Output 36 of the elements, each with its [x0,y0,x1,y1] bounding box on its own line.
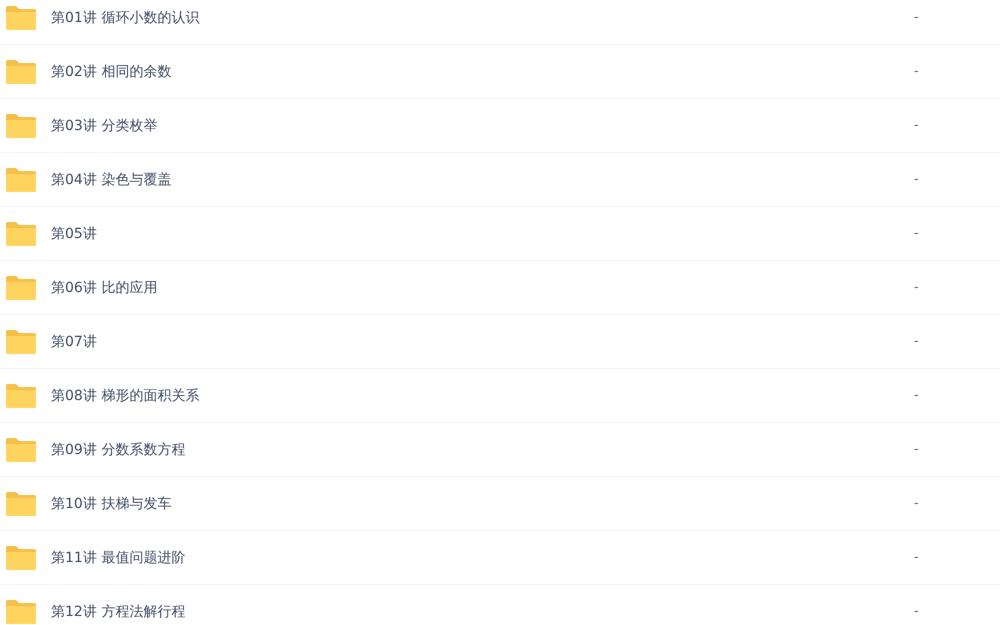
folder-icon [5,4,37,30]
folder-icon [5,58,37,84]
folder-name[interactable]: 第02讲 相同的余数 [51,62,914,80]
file-size: - [914,496,920,511]
folder-icon [5,544,37,570]
folder-icon [5,274,37,300]
file-size: - [914,550,920,565]
file-size: - [914,226,920,241]
file-size: - [914,280,920,295]
folder-name[interactable]: 第03讲 分类枚举 [51,116,914,134]
file-size: - [914,10,920,25]
file-size: - [914,388,920,403]
folder-icon [5,382,37,408]
folder-icon [5,598,37,624]
folder-icon [5,112,37,138]
folder-name[interactable]: 第10讲 扶梯与发车 [51,494,914,512]
folder-icon [5,436,37,462]
file-size: - [914,334,920,349]
folder-icon [5,220,37,246]
folder-name[interactable]: 第09讲 分数系数方程 [51,440,914,458]
folder-icon [5,166,37,192]
folder-name[interactable]: 第11讲 最值问题进阶 [51,548,914,566]
folder-icon [5,490,37,516]
file-size: - [914,172,920,187]
file-size: - [914,118,920,133]
file-size: - [914,64,920,79]
folder-name[interactable]: 第07讲 [51,332,914,350]
folder-name[interactable]: 第04讲 染色与覆盖 [51,170,914,188]
folder-name[interactable]: 第08讲 梯形的面积关系 [51,386,914,404]
folder-icon [5,328,37,354]
file-size: - [914,442,920,457]
folder-name[interactable]: 第06讲 比的应用 [51,278,914,296]
folder-name[interactable]: 第05讲 [51,224,914,242]
folder-name[interactable]: 第12讲 方程法解行程 [51,602,914,620]
folder-name[interactable]: 第01讲 循环小数的认识 [51,8,914,26]
file-size: - [914,604,920,619]
